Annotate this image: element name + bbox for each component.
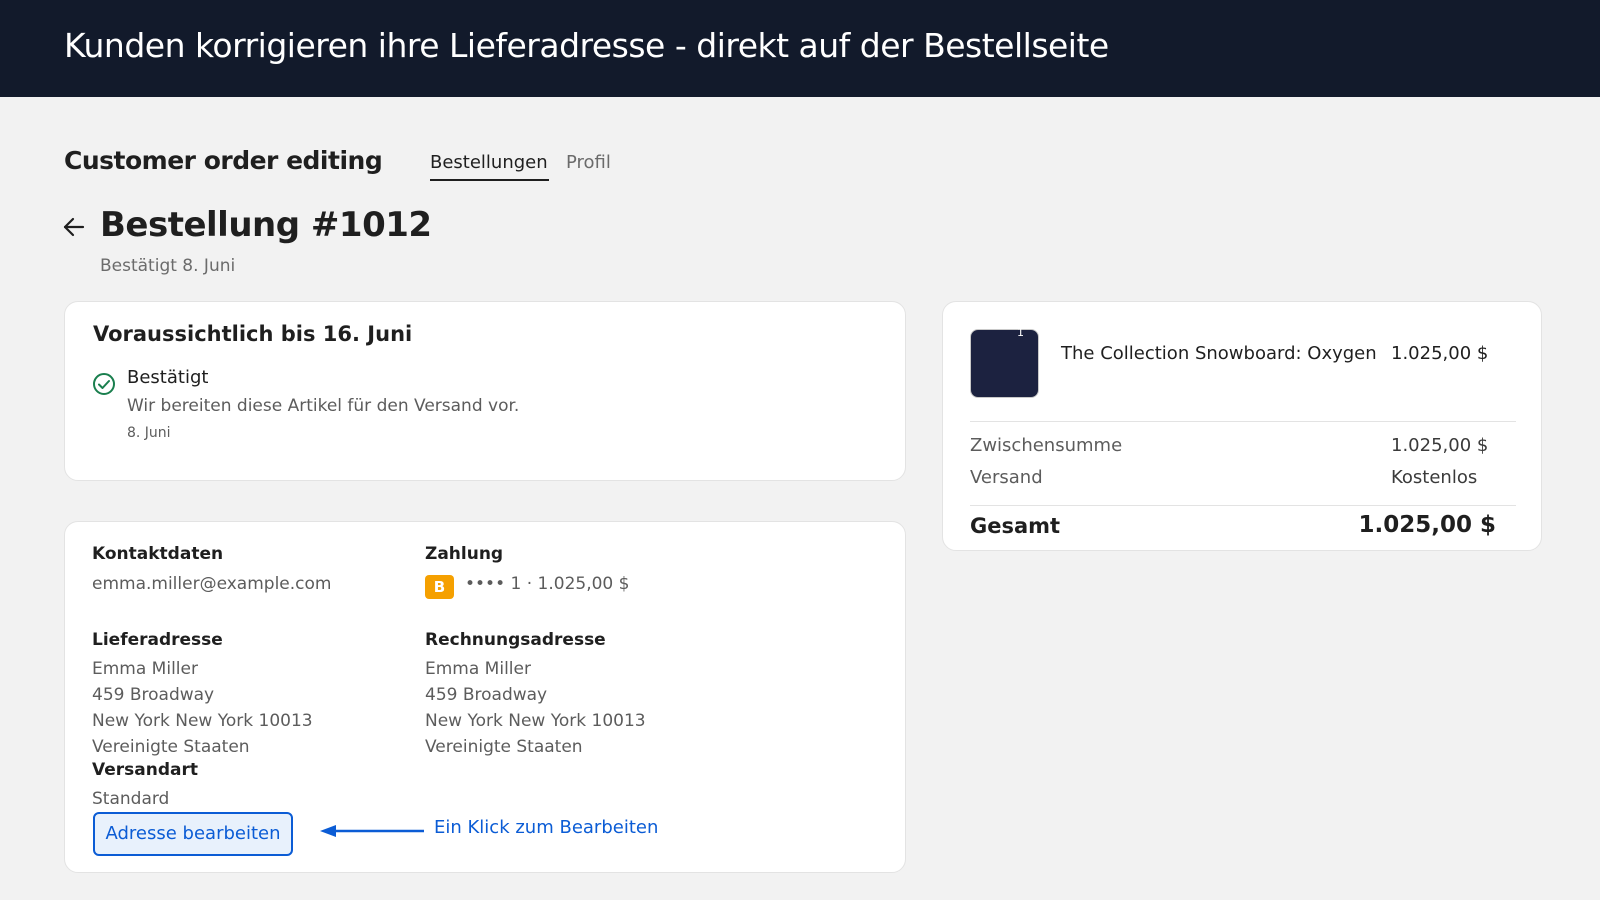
- edit-address-button[interactable]: Adresse bearbeiten: [93, 812, 293, 856]
- shipping-address-country: Vereinigte Staaten: [92, 737, 250, 757]
- check-circle-icon: [92, 372, 116, 396]
- status-card: Voraussichtlich bis 16. Juni Bestätigt W…: [64, 301, 906, 481]
- status-description: Wir bereiten diese Artikel für den Versa…: [127, 396, 520, 416]
- banner-title: Kunden korrigieren ihre Lieferadresse - …: [64, 26, 1109, 65]
- delivery-estimate: Voraussichtlich bis 16. Juni: [93, 322, 413, 346]
- contact-email: emma.miller@example.com: [92, 574, 332, 594]
- shipping-address-label: Lieferadresse: [92, 630, 223, 650]
- billing-address-name: Emma Miller: [425, 659, 531, 679]
- status-label: Bestätigt: [127, 367, 209, 388]
- shipping-method-value: Standard: [92, 789, 170, 809]
- billing-address-label: Rechnungsadresse: [425, 630, 606, 650]
- shipping-address-name: Emma Miller: [92, 659, 198, 679]
- shipping-cost-label: Versand: [970, 467, 1043, 488]
- shipping-address-street: 459 Broadway: [92, 685, 215, 705]
- product-price: 1.025,00 $: [1391, 343, 1489, 364]
- header-banner: Kunden korrigieren ihre Lieferadresse - …: [0, 0, 1600, 97]
- payment-method-badge: B: [425, 575, 454, 599]
- payment-label: Zahlung: [425, 544, 504, 564]
- billing-address-city: New York New York 10013: [425, 711, 646, 731]
- shipping-address-city: New York New York 10013: [92, 711, 313, 731]
- billing-address-country: Vereinigte Staaten: [425, 737, 583, 757]
- shop-name[interactable]: Customer order editing: [64, 146, 383, 175]
- total-divider: [970, 505, 1516, 506]
- back-arrow-icon[interactable]: [60, 212, 88, 240]
- tab-profil[interactable]: Profil: [566, 152, 611, 173]
- order-subtitle: Bestätigt 8. Juni: [100, 256, 236, 276]
- tab-bestellungen[interactable]: Bestellungen: [430, 152, 549, 181]
- quantity-badge: 1: [1017, 326, 1024, 339]
- subtotal-value: 1.025,00 $: [1391, 435, 1489, 456]
- order-title: Bestellung #1012: [100, 205, 432, 245]
- product-name: The Collection Snowboard: Oxygen: [1061, 343, 1377, 364]
- total-value: 1.025,00 $: [1358, 512, 1496, 538]
- product-thumbnail[interactable]: [970, 329, 1039, 398]
- callout-text: Ein Klick zum Bearbeiten: [434, 817, 659, 838]
- subtotal-label: Zwischensumme: [970, 435, 1123, 456]
- order-summary-card: 1 The Collection Snowboard: Oxygen 1.025…: [942, 301, 1542, 551]
- callout-arrow-icon: [320, 823, 426, 839]
- shipping-cost-value: Kostenlos: [1391, 467, 1478, 488]
- contact-label: Kontaktdaten: [92, 544, 224, 564]
- summary-divider: [970, 421, 1516, 422]
- payment-value: •••• 1 · 1.025,00 $: [465, 574, 630, 594]
- shipping-method-label: Versandart: [92, 760, 198, 780]
- billing-address-street: 459 Broadway: [425, 685, 548, 705]
- total-label: Gesamt: [970, 514, 1061, 538]
- status-date: 8. Juni: [127, 425, 171, 441]
